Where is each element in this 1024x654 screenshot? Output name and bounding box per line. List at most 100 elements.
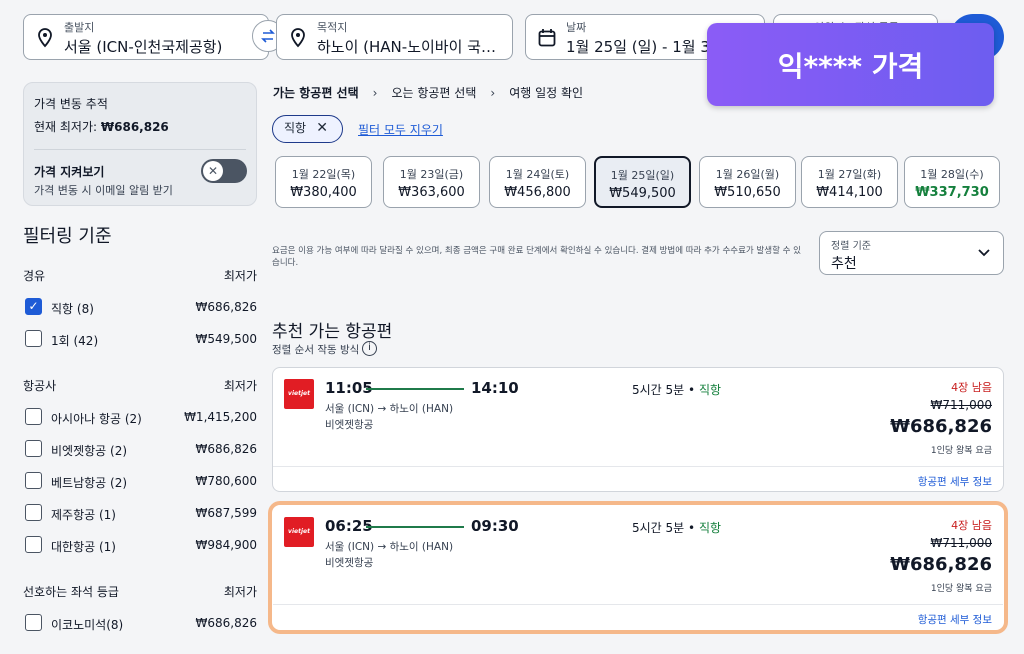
calendar-icon bbox=[538, 29, 556, 47]
date-tile-day: 1월 25일(일) bbox=[610, 169, 675, 182]
fare-notice: 요금은 이용 가능 여부에 따라 달라질 수 있으며, 최종 금액은 구매 완료… bbox=[272, 246, 801, 268]
seat-class-head-right: 최저가 bbox=[223, 585, 257, 599]
nonstop-label: 직항 bbox=[698, 521, 722, 535]
bullet: • bbox=[688, 521, 696, 535]
chevron-right-icon: › bbox=[490, 85, 496, 100]
stops-header: 경유 최저가 bbox=[23, 267, 257, 284]
filter-option-label: 베트남항공 (2) bbox=[51, 476, 128, 490]
bullet: • bbox=[688, 383, 696, 397]
breadcrumb: 가는 항공편 선택 › 오는 항공편 선택 › 여행 일정 확인 bbox=[273, 84, 583, 101]
destination-field[interactable]: 목적지 하노이 (HAN-노이바이 국제... bbox=[276, 14, 513, 60]
filter-option-one-stop[interactable]: 1회 (42) ₩549,500 bbox=[25, 329, 257, 349]
checkbox[interactable] bbox=[25, 614, 42, 631]
stops-head-right: 최저가 bbox=[223, 269, 257, 283]
checkbox[interactable] bbox=[25, 408, 42, 425]
origin-value: 서울 (ICN-인천국제공항) bbox=[64, 38, 223, 56]
date-label: 날짜 bbox=[566, 21, 587, 34]
price-note: 1인당 왕복 요금 bbox=[930, 446, 992, 456]
promo-banner: 익**** 가격 bbox=[707, 23, 994, 106]
lowest-price-value: ₩686,826 bbox=[100, 120, 169, 134]
divider bbox=[273, 604, 1003, 605]
flight-card-highlighted[interactable]: vietjet 06:25 09:30 서울 (ICN) → 하노이 (HAN)… bbox=[272, 505, 1004, 630]
flight-line bbox=[366, 526, 464, 528]
vietjet-logo-icon: vietjet bbox=[284, 379, 314, 409]
filter-option-label: 대한항공 (1) bbox=[51, 540, 116, 554]
filter-option-vietjet[interactable]: 비엣젯항공 (2) ₩686,826 bbox=[25, 439, 257, 459]
date-tile-price: ₩337,730 bbox=[915, 185, 989, 200]
filter-title: 필터링 기준 bbox=[23, 226, 112, 247]
flight-price: ₩686,826 bbox=[890, 416, 992, 437]
date-tile-selected[interactable]: 1월 25일(일) ₩549,500 bbox=[594, 156, 691, 208]
lowest-price-line: 현재 최저가: ₩686,826 bbox=[34, 118, 169, 135]
filter-option-vietnam-airlines[interactable]: 베트남항공 (2) ₩780,600 bbox=[25, 471, 257, 491]
checkbox[interactable] bbox=[25, 536, 42, 553]
date-tile-day: 1월 23일(금) bbox=[399, 168, 464, 181]
destination-label: 목적지 bbox=[317, 21, 348, 34]
filter-option-jeju-air[interactable]: 제주항공 (1) ₩687,599 bbox=[25, 503, 257, 523]
checkbox[interactable] bbox=[25, 504, 42, 521]
sort-dropdown[interactable]: 정렬 기준 추천 bbox=[819, 231, 1004, 275]
origin-field[interactable]: 출발지 서울 (ICN-인천국제공항) bbox=[23, 14, 269, 60]
filter-option-label: 이코노미석(8) bbox=[51, 618, 124, 632]
vietjet-logo-icon: vietjet bbox=[284, 517, 314, 547]
date-tile-day: 1월 28일(수) bbox=[920, 168, 984, 181]
filter-option-price: ₩687,599 bbox=[195, 506, 258, 520]
filter-option-korean-air[interactable]: 대한항공 (1) ₩984,900 bbox=[25, 535, 257, 555]
close-icon[interactable]: ✕ bbox=[316, 116, 328, 141]
date-tile-price: ₩363,600 bbox=[398, 185, 465, 200]
price-watch-toggle[interactable]: ✕ bbox=[201, 159, 247, 183]
location-pin-icon bbox=[38, 28, 52, 48]
date-tile[interactable]: 1월 22일(목) ₩380,400 bbox=[275, 156, 372, 208]
filter-chip-nonstop[interactable]: 직항 ✕ bbox=[272, 115, 343, 143]
destination-value: 하노이 (HAN-노이바이 국제... bbox=[317, 38, 504, 56]
original-price: ₩711,000 bbox=[930, 398, 993, 412]
date-tile-day: 1월 27일(화) bbox=[817, 168, 882, 181]
seats-left: 4장 남음 bbox=[951, 519, 992, 532]
filter-option-price: ₩686,826 bbox=[195, 442, 258, 456]
duration-value: 5시간 5분 bbox=[632, 521, 685, 535]
tracking-title: 가격 변동 추적 bbox=[34, 97, 108, 111]
date-tile[interactable]: 1월 26일(월) ₩510,650 bbox=[699, 156, 796, 208]
filter-option-price: ₩686,826 bbox=[195, 300, 258, 314]
airline-name: 비엣젯항공 bbox=[325, 557, 374, 569]
route-text: 서울 (ICN) → 하노이 (HAN) bbox=[325, 403, 454, 415]
nonstop-label: 직항 bbox=[698, 383, 722, 397]
info-icon[interactable]: i bbox=[362, 341, 377, 356]
filter-option-label: 비엣젯항공 (2) bbox=[51, 444, 128, 458]
flight-details-link[interactable]: 항공편 세부 정보 bbox=[918, 612, 992, 627]
divider bbox=[34, 149, 246, 150]
clear-filters-link[interactable]: 필터 모두 지우기 bbox=[358, 121, 443, 138]
filter-option-price: ₩549,500 bbox=[195, 332, 258, 346]
flight-price: ₩686,826 bbox=[890, 554, 992, 575]
airline-name: 비엣젯항공 bbox=[325, 419, 374, 431]
checkbox-checked[interactable]: ✓ bbox=[25, 298, 42, 315]
breadcrumb-step-return[interactable]: 오는 항공편 선택 bbox=[391, 84, 476, 101]
checkbox[interactable] bbox=[25, 472, 42, 489]
date-tile[interactable]: 1월 27일(화) ₩414,100 bbox=[801, 156, 898, 208]
airlines-header: 항공사 최저가 bbox=[23, 377, 257, 394]
filter-option-nonstop[interactable]: ✓ 직항 (8) ₩686,826 bbox=[25, 297, 257, 317]
arrival-time: 14:10 bbox=[471, 379, 519, 397]
original-price: ₩711,000 bbox=[930, 536, 993, 550]
sort-label: 정렬 기준 bbox=[831, 241, 871, 252]
filter-option-asiana[interactable]: 아시아나 항공 (2) ₩1,415,200 bbox=[25, 407, 257, 427]
flight-card[interactable]: vietjet 11:05 14:10 서울 (ICN) → 하노이 (HAN)… bbox=[272, 367, 1004, 492]
breadcrumb-step-outbound[interactable]: 가는 항공편 선택 bbox=[273, 84, 359, 101]
date-tile[interactable]: 1월 23일(금) ₩363,600 bbox=[383, 156, 480, 208]
date-tile[interactable]: 1월 24일(토) ₩456,800 bbox=[489, 156, 586, 208]
breadcrumb-step-review[interactable]: 여행 일정 확인 bbox=[509, 84, 583, 101]
sort-explainer: 정렬 순서 작동 방식 bbox=[272, 344, 360, 356]
checkbox[interactable] bbox=[25, 330, 42, 347]
filter-option-label: 1회 (42) bbox=[51, 334, 99, 348]
date-tile-price: ₩380,400 bbox=[290, 185, 357, 200]
seats-left: 4장 남음 bbox=[951, 381, 992, 394]
filter-option-label: 직항 (8) bbox=[51, 302, 94, 316]
watch-title: 가격 지켜보기 bbox=[34, 165, 105, 179]
date-tile-day: 1월 26일(월) bbox=[715, 168, 780, 181]
checkbox[interactable] bbox=[25, 440, 42, 457]
filter-option-economy[interactable]: 이코노미석(8) ₩686,826 bbox=[25, 613, 257, 633]
stops-head-label: 경유 bbox=[23, 269, 46, 283]
price-note: 1인당 왕복 요금 bbox=[930, 584, 992, 594]
flight-details-link[interactable]: 항공편 세부 정보 bbox=[918, 474, 992, 489]
date-tile-cheapest[interactable]: 1월 28일(수) ₩337,730 bbox=[904, 156, 1000, 208]
